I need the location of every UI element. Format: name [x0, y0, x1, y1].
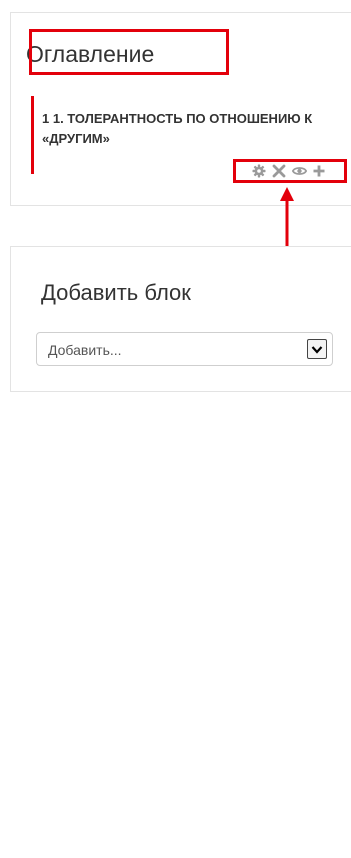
plus-icon[interactable]: [311, 163, 327, 179]
chevron-down-icon[interactable]: [307, 339, 327, 359]
toc-block: Оглавление 1 1. Толерантность по отношен…: [10, 12, 351, 206]
add-block: Добавить блок Добавить...: [10, 246, 351, 392]
add-block-select[interactable]: Добавить...: [36, 332, 333, 366]
eye-icon[interactable]: [291, 163, 307, 179]
title-highlight-box: [29, 29, 229, 75]
add-block-title: Добавить блок: [41, 280, 191, 305]
close-icon[interactable]: [271, 163, 287, 179]
select-value: Добавить...: [48, 342, 122, 358]
item-highlight-bar: [31, 96, 34, 174]
item-controls: [251, 163, 327, 179]
toc-item[interactable]: 1 1. Толерантность по отношению к «други…: [42, 109, 322, 149]
gear-icon[interactable]: [251, 163, 267, 179]
